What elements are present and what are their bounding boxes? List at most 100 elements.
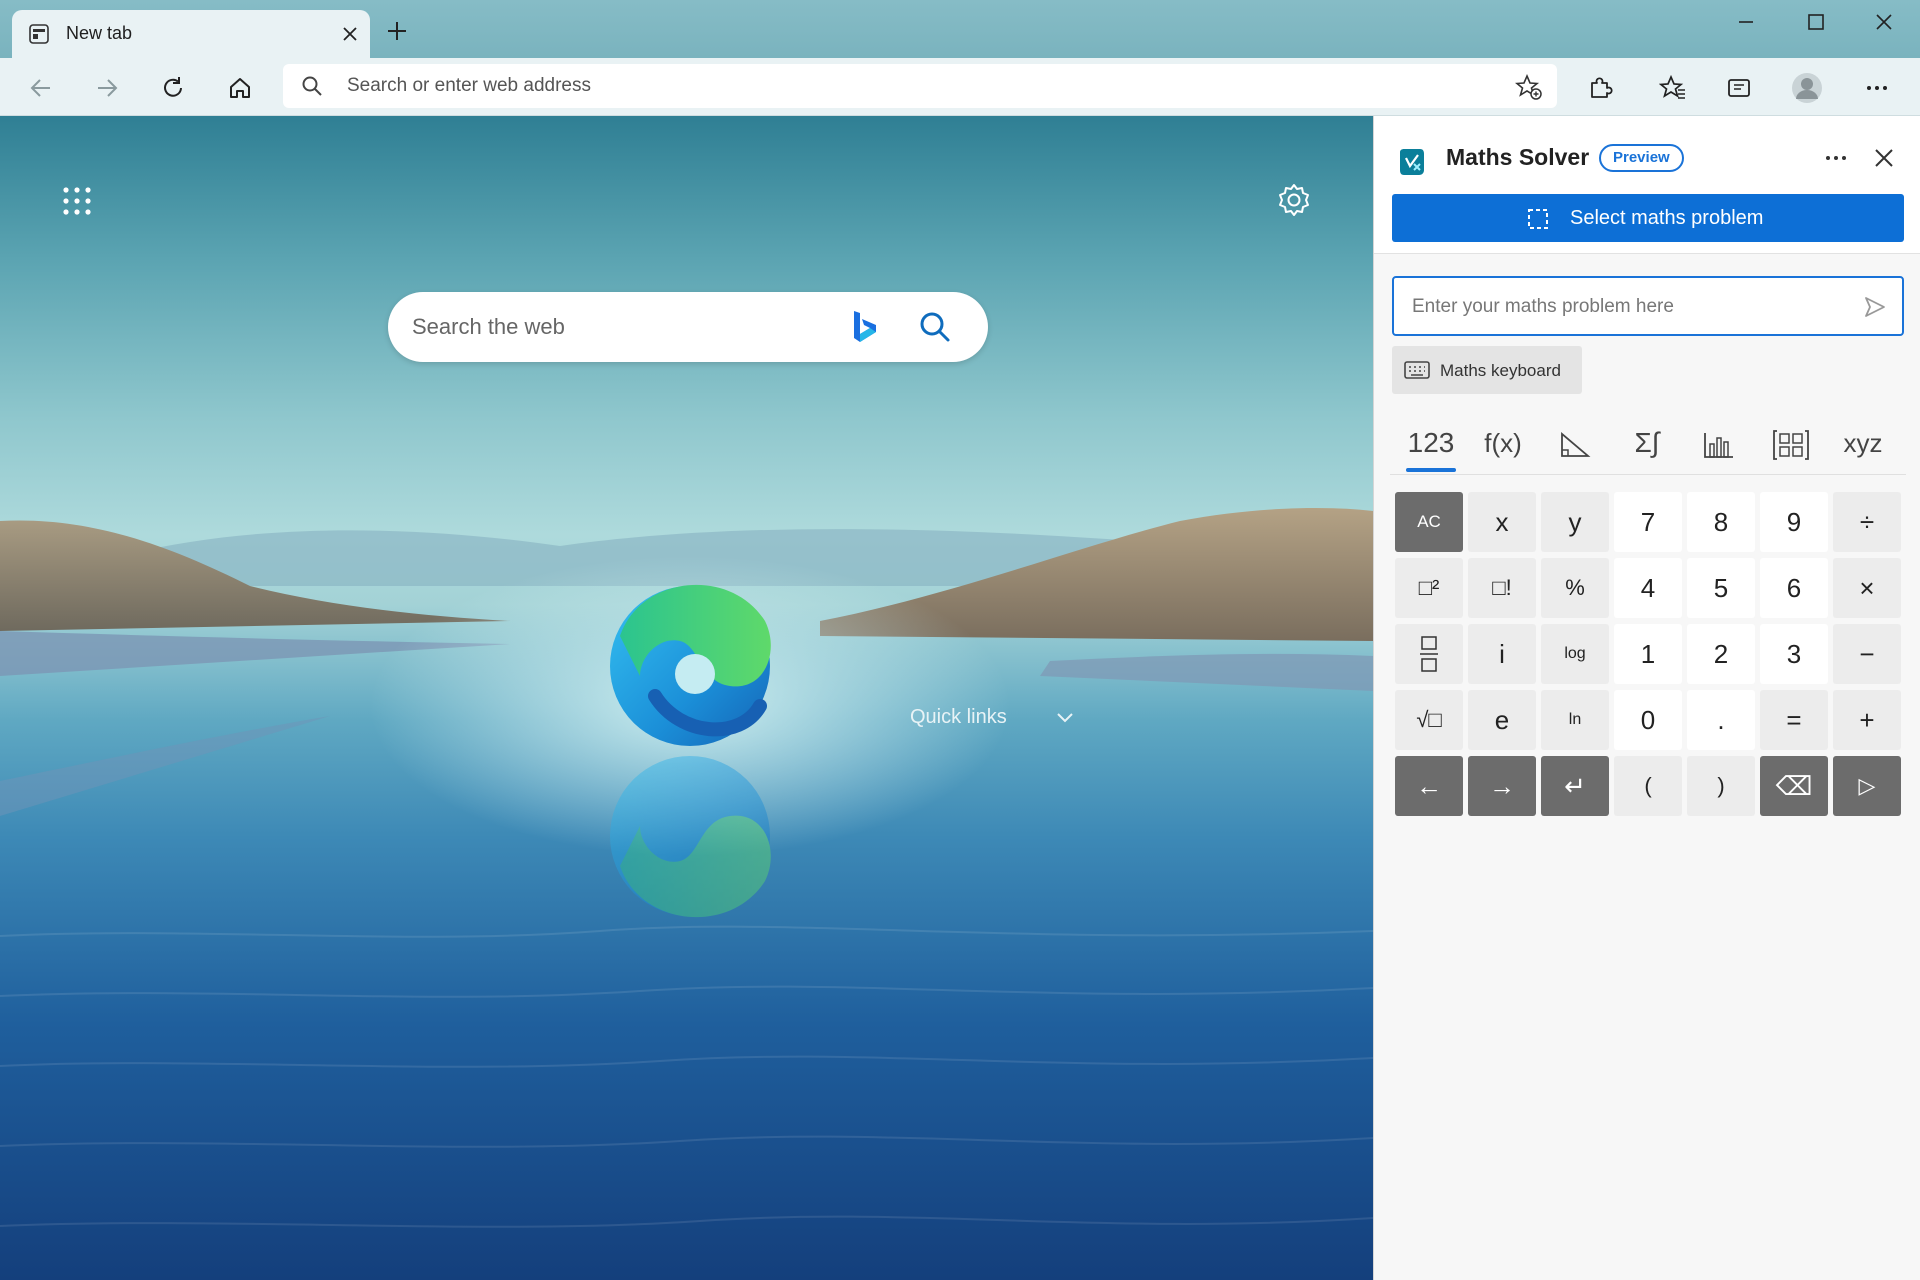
key-e[interactable]: e [1468,690,1536,750]
key-equals[interactable]: = [1760,690,1828,750]
maths-solver-title: Maths Solver [1446,144,1590,170]
send-icon[interactable] [1862,294,1888,320]
tab-divider [1390,474,1906,475]
maths-problem-input[interactable]: Enter your maths problem here [1392,276,1904,336]
select-maths-problem-label: Select maths problem [1570,207,1764,229]
key-open-paren[interactable]: ( [1614,756,1682,816]
address-placeholder: Search or enter web address [347,75,591,96]
maximize-button[interactable] [1786,4,1846,40]
key-solve-label: ▷ [1858,773,1876,798]
key-plus[interactable]: + [1833,690,1901,750]
tab-close-icon[interactable] [336,20,364,48]
maths-solver-panel: Maths Solver Preview Select maths proble… [1373,116,1920,1280]
key-backspace[interactable]: ⌫ [1760,756,1828,816]
key-divide[interactable]: ÷ [1833,492,1901,552]
panel-more-button[interactable] [1816,138,1856,178]
collections-button[interactable] [1720,69,1758,107]
tab-functions-label: f(x) [1484,428,1522,458]
refresh-button[interactable] [154,69,192,107]
back-button[interactable] [22,69,60,107]
key-square-root[interactable]: √□ [1395,690,1463,750]
keyboard-icon [1404,361,1430,379]
key-decimal-point[interactable]: . [1687,690,1755,750]
key-cursor-left[interactable]: ← [1395,756,1463,816]
title-bar: New tab [0,0,1920,58]
page-settings-gear-icon[interactable] [1276,182,1312,218]
key-9[interactable]: 9 [1760,492,1828,552]
panel-close-button[interactable] [1864,138,1904,178]
key-enter-label: ↵ [1564,770,1586,801]
landscape-background [0,508,1373,1228]
select-maths-problem-button[interactable]: Select maths problem [1392,194,1904,242]
new-tab-page: Search the web Quick links [0,116,1373,1280]
key-log-label: log [1564,645,1586,662]
home-icon [230,78,250,98]
tab-variables[interactable]: xyz [1833,416,1893,476]
key-factorial[interactable]: □! [1468,558,1536,618]
tab-geometry[interactable] [1545,416,1605,476]
preview-badge: Preview [1599,144,1684,172]
key-0-label: 0 [1640,704,1656,735]
tab-calculus[interactable]: Σ∫ [1617,416,1677,476]
tab-numbers[interactable]: 123 [1401,416,1461,476]
quick-links-label[interactable]: Quick links [910,706,1007,729]
key-multiply[interactable]: × [1833,558,1901,618]
key-3[interactable]: 3 [1760,624,1828,684]
maximize-icon [1808,14,1824,30]
search-submit-icon[interactable] [916,308,954,346]
key-log[interactable]: log [1541,624,1609,684]
key-solve[interactable]: ▷ [1833,756,1901,816]
key-x[interactable]: x [1468,492,1536,552]
key-y[interactable]: y [1541,492,1609,552]
forward-button[interactable] [88,69,126,107]
key-percent[interactable]: % [1541,558,1609,618]
address-bar[interactable]: Search or enter web address [283,64,1557,108]
refresh-icon [164,77,182,97]
tab-functions[interactable]: f(x) [1473,416,1533,476]
add-favorite-icon[interactable] [1515,73,1543,101]
bing-logo-icon[interactable] [846,308,882,346]
apps-grid-icon[interactable] [60,184,94,218]
edge-logo [610,584,771,746]
close-window-button[interactable] [1854,4,1914,40]
web-search-box[interactable]: Search the web [388,292,988,362]
key-enter[interactable]: ↵ [1541,756,1609,816]
new-tab-favicon-icon [29,24,49,44]
key-cursor-right[interactable]: → [1468,756,1536,816]
key-square[interactable]: □² [1395,558,1463,618]
tab-new-tab[interactable]: New tab [12,10,370,58]
key-imaginary[interactable]: i [1468,624,1536,684]
key-4[interactable]: 4 [1614,558,1682,618]
fraction-icon [1420,636,1438,672]
new-tab-button[interactable] [380,14,414,48]
key-5[interactable]: 5 [1687,558,1755,618]
key-1[interactable]: 1 [1614,624,1682,684]
settings-and-more-button[interactable] [1858,69,1896,107]
key-fraction[interactable] [1395,624,1463,684]
key-percent-label: % [1565,575,1585,600]
minimize-button[interactable] [1716,4,1776,40]
key-close-paren[interactable]: ) [1687,756,1755,816]
key-minus[interactable]: − [1833,624,1901,684]
maths-problem-placeholder: Enter your maths problem here [1412,296,1674,317]
key-7-label: 7 [1640,506,1656,537]
browser-toolbar: Search or enter web address [0,58,1920,116]
tab-statistics[interactable] [1689,416,1749,476]
key-0[interactable]: 0 [1614,690,1682,750]
profile-button[interactable] [1788,69,1826,107]
home-button[interactable] [221,69,259,107]
key-8[interactable]: 8 [1687,492,1755,552]
key-ln[interactable]: ln [1541,690,1609,750]
favorites-button[interactable] [1654,69,1692,107]
key-2[interactable]: 2 [1687,624,1755,684]
extensions-button[interactable] [1581,69,1619,107]
key-all-clear[interactable]: AC [1395,492,1463,552]
maths-keyboard-button[interactable]: Maths keyboard [1392,346,1582,394]
key-2-label: 2 [1713,638,1729,669]
chevron-down-icon[interactable] [1052,704,1078,730]
key-ln-label: ln [1568,711,1582,728]
minimize-icon [1739,21,1753,23]
tab-matrices[interactable] [1761,416,1821,476]
key-7[interactable]: 7 [1614,492,1682,552]
key-6[interactable]: 6 [1760,558,1828,618]
